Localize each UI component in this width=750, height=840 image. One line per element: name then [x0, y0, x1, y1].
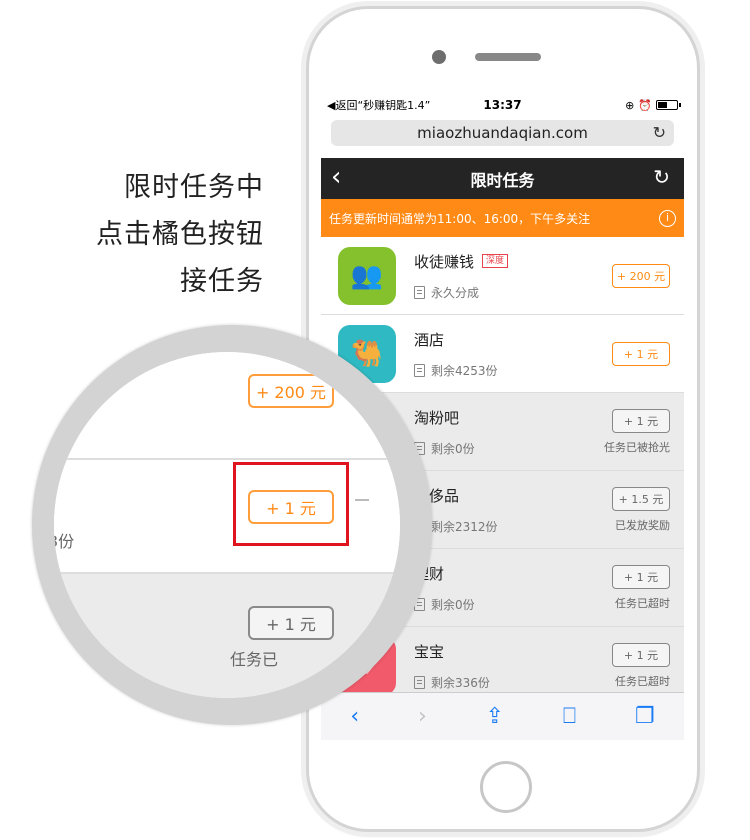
task-remaining: 剩余4253份 [431, 363, 498, 378]
task-tag: 深度 [482, 254, 509, 268]
tabs-icon[interactable]: ❐ [635, 704, 655, 729]
status-bar: ◀返回“秒赚钥匙1.4” 13:37 ⊕ ⏰ [321, 94, 684, 116]
back-nav-icon[interactable]: ‹ [350, 704, 359, 729]
task-name: 淘粉吧 [414, 408, 460, 427]
task-remaining: 剩余0份 [431, 441, 475, 456]
front-camera [432, 50, 446, 64]
notice-banner: 任务更新时间通常为11:00、16:00，下午多关注 i [321, 199, 684, 237]
people-icon: 👥 [338, 246, 396, 305]
back-chevron-icon[interactable]: ‹ [331, 162, 341, 192]
share-icon[interactable]: ⇪ [486, 704, 504, 729]
document-icon [414, 285, 425, 299]
zoomed-done-button: + 1 元 [248, 606, 334, 640]
task-row[interactable]: 👥 收徒赚钱 深度永久分成 + 200 元 [321, 237, 684, 315]
battery-icon [656, 100, 681, 110]
caption-line-2: 点击橘色按钮 [96, 219, 264, 250]
task-remaining: 剩余2312份 [431, 519, 498, 534]
screenshot-stage: 限时任务中 点击橘色按钮 接任务 ◀返回“秒赚钥匙1.4” 13:37 ⊕ ⏰ … [0, 0, 750, 840]
zoomed-reward-button-200: + 200 元 [248, 374, 334, 408]
notice-text: 任务更新时间通常为11:00、16:00，下午多关注 [329, 211, 591, 226]
task-status-note: 任务已超时 [615, 596, 670, 610]
document-icon [414, 363, 425, 377]
page-title: 限时任务 [470, 170, 535, 190]
refresh-icon[interactable]: ↻ [653, 165, 670, 189]
reward-button[interactable]: + 1 元 [612, 408, 670, 433]
caption-line-1: 限时任务中 [124, 172, 264, 203]
task-name: 收徒赚钱 [414, 252, 475, 271]
document-icon [414, 675, 425, 689]
magnifier-connector [355, 499, 369, 501]
task-status-note: 任务已超时 [615, 674, 670, 688]
address-bar[interactable]: miaozhuandaqian.com ↻ [331, 120, 674, 146]
reward-button[interactable]: + 1 元 [612, 341, 670, 366]
caption: 限时任务中 点击橘色按钮 接任务 [96, 164, 264, 305]
reward-button[interactable]: + 1 元 [612, 564, 670, 589]
task-status-note: 任务已被抢光 [604, 440, 670, 454]
reward-button[interactable]: + 200 元 [612, 263, 670, 288]
earpiece-speaker [475, 53, 541, 61]
browser-toolbar: ‹ › ⇪ ⎕ ❐ [321, 692, 684, 740]
zoomed-remaining-text: 3份 [54, 532, 75, 551]
zoomed-status-text: 任务已 [230, 650, 279, 669]
url-text: miaozhuandaqian.com [417, 124, 588, 142]
task-name: 宝宝 [414, 642, 445, 661]
reload-icon[interactable]: ↻ [653, 123, 666, 142]
task-remaining: 剩余336份 [431, 675, 490, 690]
reward-button[interactable]: + 1 元 [612, 642, 670, 667]
home-button[interactable] [480, 761, 532, 813]
highlight-box [233, 462, 349, 546]
task-remaining: 永久分成 [431, 285, 480, 300]
caption-line-3: 接任务 [180, 266, 264, 297]
app-header: ‹ 限时任务 ↻ [321, 158, 684, 199]
status-time: 13:37 [483, 98, 522, 112]
bookmarks-icon[interactable]: ⎕ [563, 704, 576, 729]
info-icon[interactable]: i [659, 209, 676, 227]
forward-nav-icon[interactable]: › [418, 704, 427, 729]
reward-button[interactable]: + 1.5 元 [612, 486, 670, 511]
task-status-note: 已发放奖励 [615, 518, 670, 532]
task-name: 酒店 [414, 330, 445, 349]
task-remaining: 剩余0份 [431, 597, 475, 612]
